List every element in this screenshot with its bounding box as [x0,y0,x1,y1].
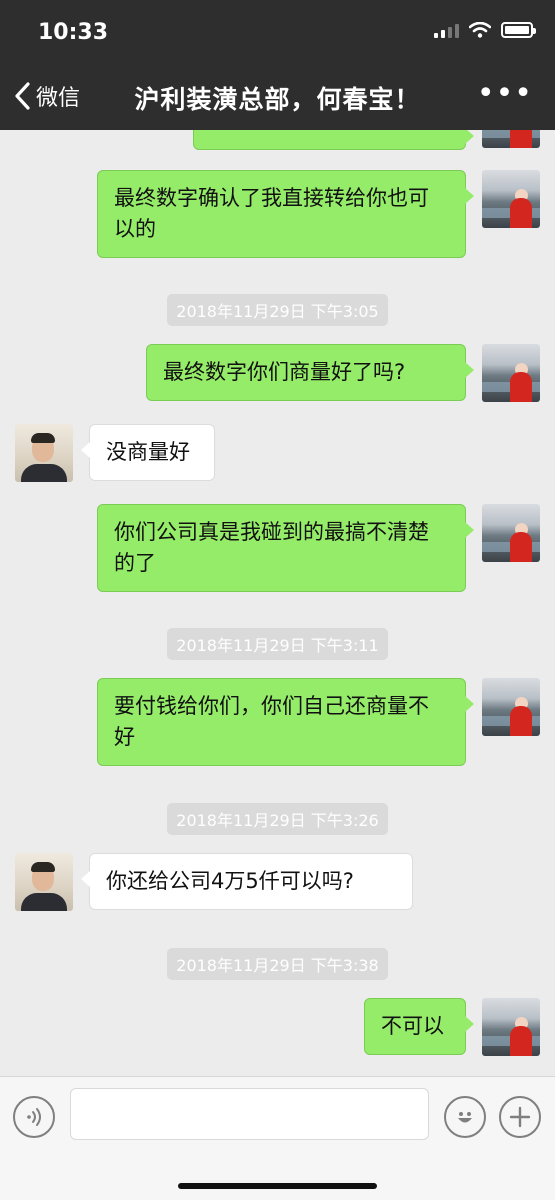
message-bubble[interactable]: 没商量好 [81,424,215,481]
timestamp: 2018年11月29日 下午3:05 [0,294,555,326]
header: 10:33 微信 沪利装潢总部，何春宝！ ••• [0,0,555,130]
message-input[interactable] [70,1088,429,1140]
timestamp: 2018年11月29日 下午3:26 [0,803,555,835]
emoji-icon [458,1112,472,1123]
input-bar [0,1076,555,1200]
signal-icon [434,22,459,38]
more-icon[interactable]: ••• [477,79,533,109]
home-indicator [178,1183,377,1189]
contact-avatar[interactable] [15,424,73,482]
plus-button[interactable] [499,1096,541,1138]
chat-area[interactable]: 最终数字确认了我直接转给你也可以的 2018年11月29日 下午3:05 最终数… [0,130,555,1076]
timestamp: 2018年11月29日 下午3:11 [0,628,555,660]
message-bubble[interactable]: 最终数字你们商量好了吗? [146,344,474,401]
my-avatar[interactable] [482,678,540,736]
contact-avatar[interactable] [15,853,73,911]
emoji-button[interactable] [444,1096,486,1138]
status-time: 10:33 [38,20,109,45]
my-avatar[interactable] [482,998,540,1056]
my-avatar[interactable] [482,170,540,228]
my-avatar[interactable] [482,130,540,148]
wifi-icon [469,22,491,38]
my-avatar[interactable] [482,504,540,562]
message-bubble[interactable]: 不可以 [364,998,474,1055]
battery-icon [501,22,536,38]
message-bubble[interactable]: 你们公司真是我碰到的最搞不清楚的了 [97,504,474,592]
message-bubble[interactable]: 你还给公司4万5仟可以吗? [81,853,413,910]
nav-bar: 微信 沪利装潢总部，何春宝！ ••• [0,66,555,130]
plus-icon [509,1106,531,1128]
message-bubble-partial [193,130,474,150]
chat-title: 沪利装潢总部，何春宝！ [134,85,421,114]
voice-button[interactable] [13,1096,55,1138]
status-icons [434,22,536,38]
message-bubble[interactable]: 最终数字确认了我直接转给你也可以的 [97,170,474,258]
voice-icon [27,1108,41,1126]
timestamp: 2018年11月29日 下午3:38 [0,948,555,980]
message-bubble[interactable]: 要付钱给你们，你们自己还商量不好 [97,678,474,766]
my-avatar[interactable] [482,344,540,402]
